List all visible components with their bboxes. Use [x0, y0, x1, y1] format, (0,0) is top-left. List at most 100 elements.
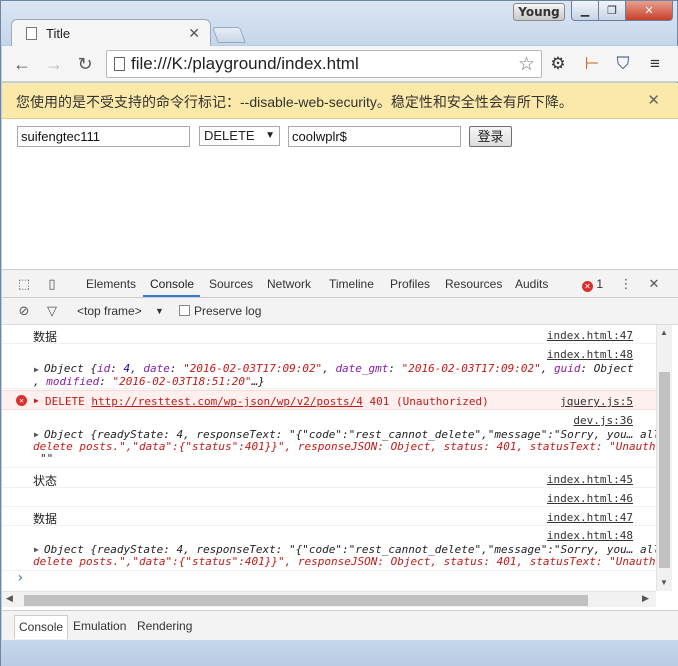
expand-triangle-icon[interactable]: ▶: [34, 365, 39, 374]
address-bar[interactable]: file:///K:/playground/index.html ☆: [106, 50, 542, 78]
vertical-scrollbar[interactable]: ▲ ▼: [656, 325, 672, 591]
device-mode-icon[interactable]: ▯: [44, 276, 60, 292]
scroll-left-icon[interactable]: ◀: [6, 593, 13, 604]
tab-timeline[interactable]: Timeline: [329, 277, 374, 291]
scroll-right-icon[interactable]: ▶: [642, 593, 649, 604]
password-input[interactable]: coolwplr$: [288, 126, 461, 147]
method-select[interactable]: DELETE ▼: [199, 126, 280, 146]
console-row: 数据 index.html:47: [2, 325, 656, 344]
log-text: 数据: [33, 330, 58, 344]
frame-selector[interactable]: <top frame>: [77, 304, 142, 318]
browser-tab[interactable]: Title ✕: [11, 19, 211, 47]
source-link[interactable]: index.html:47: [547, 329, 633, 342]
minimize-button[interactable]: ▁: [571, 1, 599, 21]
tab-audits[interactable]: Audits: [515, 277, 548, 291]
chevron-down-icon[interactable]: ▼: [155, 306, 164, 316]
window-bottom-frame: [1, 640, 678, 666]
filter-icon[interactable]: ▽: [44, 303, 60, 319]
expand-triangle-icon[interactable]: ▶: [34, 396, 39, 405]
source-link[interactable]: index.html:47: [547, 511, 633, 524]
preserve-log-checkbox[interactable]: [179, 305, 190, 316]
dropdown-arrow-icon: ▼: [265, 130, 275, 141]
maximize-button[interactable]: ❐: [598, 1, 626, 21]
active-tab-indicator: [143, 295, 200, 297]
error-message: DELETE http://resttest.com/wp-json/wp/v2…: [45, 395, 489, 408]
devtools-panel: ⬚ ▯ Elements Console Sources Network Tim…: [2, 269, 678, 640]
expand-triangle-icon[interactable]: ▶: [34, 545, 39, 554]
object-preview[interactable]: Object {id: 4, date: "2016-02-03T17:09:0…: [44, 362, 633, 375]
error-icon: ✕: [582, 281, 593, 292]
empty-string-value: "": [40, 452, 54, 465]
reload-icon[interactable]: ↻: [73, 52, 97, 76]
expand-triangle-icon[interactable]: ▶: [34, 430, 39, 439]
console-row: 数据 index.html:47: [2, 507, 656, 526]
scroll-thumb[interactable]: [659, 372, 670, 568]
source-link[interactable]: index.html:46: [547, 492, 633, 505]
login-button[interactable]: 登录: [469, 126, 512, 147]
tab-elements[interactable]: Elements: [86, 277, 136, 291]
url-text[interactable]: file:///K:/playground/index.html: [131, 54, 359, 74]
source-link[interactable]: index.html:48: [547, 348, 633, 361]
source-link[interactable]: dev.js:36: [573, 414, 633, 427]
console-filter-bar: ⊘ ▽ <top frame> ▼ Preserve log: [2, 298, 678, 325]
clear-console-icon[interactable]: ⊘: [16, 303, 32, 319]
close-devtools-icon[interactable]: ✕: [646, 276, 662, 292]
preserve-log-label: Preserve log: [194, 304, 262, 318]
close-tab-icon[interactable]: ✕: [188, 25, 200, 42]
profile-badge[interactable]: Young: [513, 3, 565, 21]
source-link[interactable]: jquery.js:5: [560, 395, 633, 408]
scroll-up-icon[interactable]: ▲: [660, 328, 668, 337]
forward-arrow-icon[interactable]: →: [42, 52, 66, 76]
drawer-tab-console[interactable]: Console: [14, 615, 69, 639]
tab-resources[interactable]: Resources: [445, 277, 502, 291]
error-row: ✕ ▶ DELETE http://resttest.com/wp-json/w…: [2, 390, 656, 410]
object-preview-line2: , modified: "2016-02-03T18:51:20"…}: [33, 375, 265, 388]
infobar-message: 您使用的是不受支持的命令行标记：--disable-web-security。稳…: [16, 94, 573, 110]
devtools-tabbar: ⬚ ▯ Elements Console Sources Network Tim…: [2, 270, 678, 298]
console-row: index.html:48 ▶ Object {id: 4, date: "20…: [2, 345, 656, 389]
console-output: 数据 index.html:47 index.html:48 ▶ Object …: [2, 325, 656, 591]
gear-icon[interactable]: ⚙: [547, 53, 569, 75]
error-count-badge[interactable]: ✕ 1: [582, 277, 603, 292]
inspect-icon[interactable]: ⬚: [16, 276, 32, 292]
tab-network[interactable]: Network: [267, 277, 311, 291]
page-icon: [26, 27, 37, 40]
horizontal-scrollbar[interactable]: ◀ ▶: [2, 591, 656, 607]
page-viewport: suifengtec111 DELETE ▼ coolwplr$ 登录: [2, 119, 678, 269]
tab-console[interactable]: Console: [150, 277, 194, 291]
bookmark-star-icon[interactable]: ☆: [518, 53, 535, 76]
browser-toolbar: ← → ↻ file:///K:/playground/index.html ☆…: [2, 46, 678, 82]
username-input[interactable]: suifengtec111: [17, 126, 190, 147]
error-count: 1: [596, 277, 604, 291]
log-text: 状态: [33, 474, 58, 488]
drawer-tab-emulation[interactable]: Emulation: [69, 615, 130, 639]
scroll-down-icon[interactable]: ▼: [660, 578, 668, 587]
warning-infobar: 您使用的是不受支持的命令行标记：--disable-web-security。稳…: [2, 83, 678, 119]
back-arrow-icon[interactable]: ←: [10, 52, 34, 76]
console-row: dev.js:36 ▶ Object {readyState: 4, respo…: [2, 411, 656, 468]
tab-title: Title: [46, 26, 71, 41]
extension-icon[interactable]: ⊢: [581, 53, 603, 75]
devtools-drawer: Console Emulation Rendering: [2, 610, 678, 640]
error-url-link[interactable]: http://resttest.com/wp-json/wp/v2/posts/…: [91, 395, 363, 408]
browser-window: Young ▁ ❐ ✕ Title ✕ ← → ↻ file:///K:/pla…: [0, 0, 678, 666]
source-link[interactable]: index.html:45: [547, 473, 633, 486]
source-link[interactable]: index.html:48: [547, 529, 633, 542]
more-options-icon[interactable]: ⋮: [618, 276, 634, 292]
new-tab-button[interactable]: [212, 27, 246, 43]
console-row: 状态 index.html:45: [2, 469, 656, 488]
console-prompt-icon[interactable]: ›: [16, 570, 24, 586]
console-row: index.html:46: [2, 488, 656, 507]
close-icon[interactable]: ✕: [647, 91, 660, 109]
log-text: 数据: [33, 512, 58, 526]
drawer-tab-rendering[interactable]: Rendering: [133, 615, 196, 639]
shield-icon[interactable]: ⛉: [612, 53, 634, 75]
tab-profiles[interactable]: Profiles: [390, 277, 430, 291]
object-preview-line2: delete posts.","data":{"status":401}}", …: [33, 440, 656, 453]
scroll-thumb[interactable]: [24, 595, 588, 606]
console-row: index.html:48 ▶ Object {readyState: 4, r…: [2, 526, 656, 571]
error-icon: ✕: [16, 395, 27, 406]
tab-sources[interactable]: Sources: [209, 277, 253, 291]
menu-icon[interactable]: ≡: [644, 53, 666, 75]
close-window-button[interactable]: ✕: [625, 1, 673, 21]
